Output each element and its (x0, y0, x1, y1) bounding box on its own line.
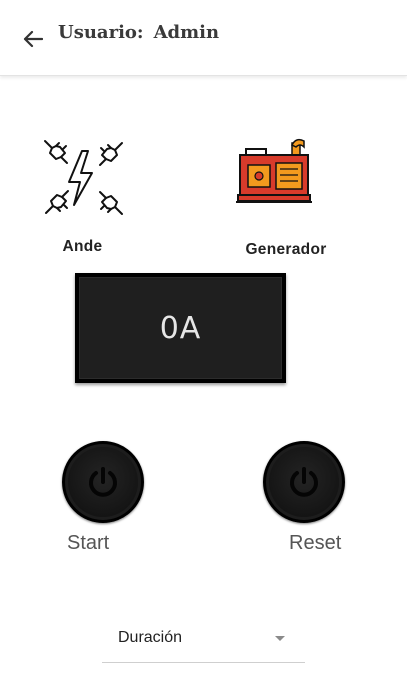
source-generador: Generador (230, 137, 342, 258)
current-value: 0A (159, 310, 202, 346)
duration-select-value: Duración (118, 629, 183, 646)
reset-button[interactable] (263, 441, 345, 523)
back-button[interactable] (20, 26, 46, 52)
dropdown-arrow-icon (275, 636, 285, 641)
duration-select[interactable]: Duración (102, 620, 305, 663)
power-icon (89, 467, 117, 497)
page-title: Usuario: Admin (58, 22, 219, 43)
top-app-bar: Usuario: Admin (0, 0, 407, 76)
current-display: 0A (75, 273, 286, 383)
power-icon (290, 467, 318, 497)
user-name: Admin (153, 22, 220, 43)
reset-label: Reset (289, 532, 342, 554)
source-ande: Ande (30, 135, 135, 255)
arrow-left-icon (23, 30, 43, 48)
generator-icon (236, 138, 312, 203)
user-label: Usuario: (58, 22, 144, 43)
start-button[interactable] (62, 441, 144, 523)
app-screen: Usuario: Admin Ande Generador 0A Start R… (0, 0, 407, 699)
start-label: Start (67, 532, 110, 554)
ande-label: Ande (62, 238, 103, 255)
power-plugs-lightning-icon (43, 140, 123, 215)
generador-label: Generador (245, 241, 327, 258)
